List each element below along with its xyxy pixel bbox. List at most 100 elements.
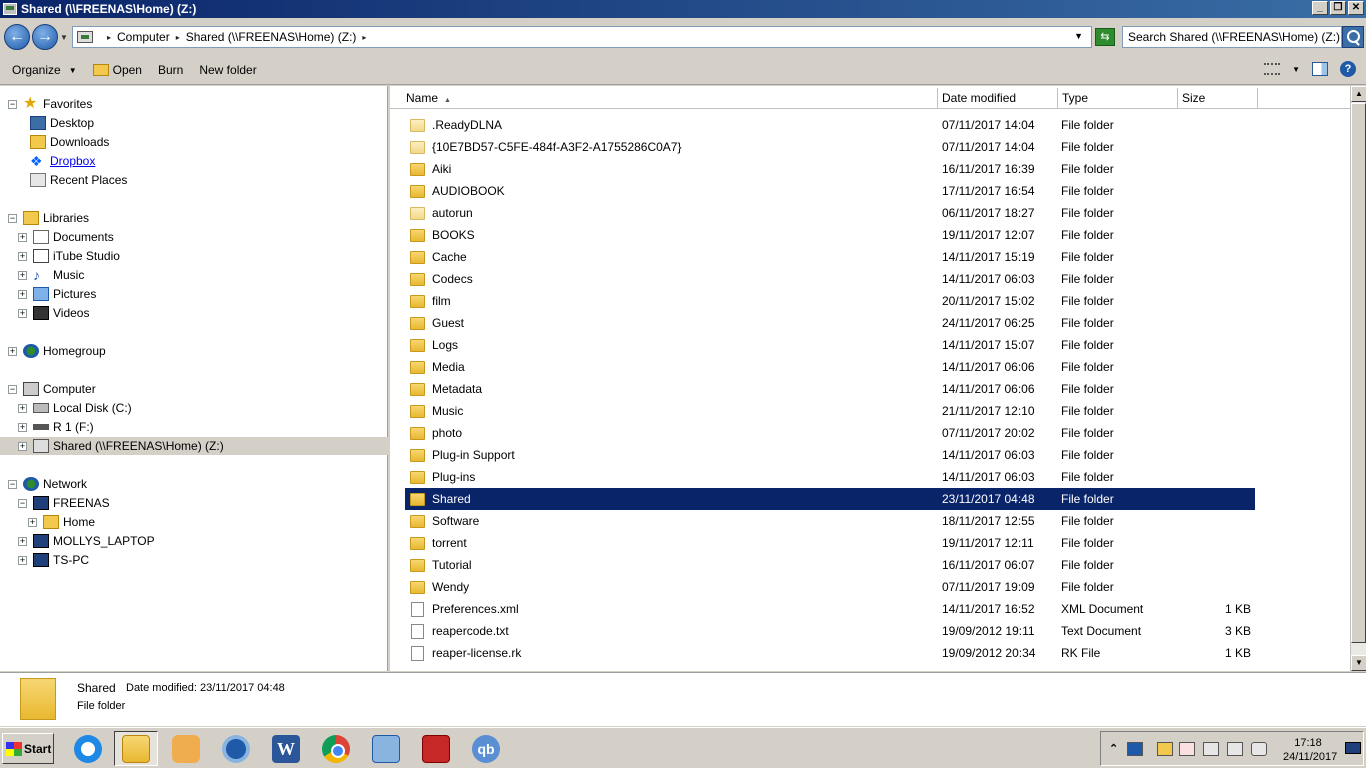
tree-item-mollys-laptop[interactable]: + MOLLYS_LAPTOP xyxy=(18,532,155,550)
tree-item-desktop[interactable]: Desktop xyxy=(30,114,94,132)
chevron-right-icon[interactable]: ▸ xyxy=(107,33,111,42)
file-row[interactable]: Aiki 16/11/2017 16:39 File folder xyxy=(405,158,1255,180)
file-row[interactable]: Preferences.xml 14/11/2017 16:52 XML Docum… xyxy=(405,598,1255,620)
breadcrumb-computer[interactable]: Computer xyxy=(117,30,170,44)
chevron-right-icon[interactable]: ▸ xyxy=(362,33,366,42)
vertical-scrollbar[interactable]: ▲ ▼ xyxy=(1350,86,1366,671)
tree-item-documents[interactable]: + Documents xyxy=(18,228,114,246)
tree-item-r1-drive[interactable]: + R 1 (F:) xyxy=(18,418,94,436)
chevron-down-icon[interactable]: ▼ xyxy=(1292,65,1300,74)
volume-icon[interactable] xyxy=(1251,742,1267,756)
clock[interactable]: 17:18 24/11/2017 xyxy=(1283,736,1337,764)
column-header-size[interactable]: Size xyxy=(1178,88,1258,109)
help-icon[interactable]: ? xyxy=(1340,61,1356,77)
expand-icon[interactable]: + xyxy=(18,232,27,242)
tree-computer[interactable]: − Computer xyxy=(8,380,96,398)
expand-icon[interactable]: + xyxy=(18,536,27,546)
scrollbar-thumb[interactable] xyxy=(1351,103,1366,643)
burn-button[interactable]: Burn xyxy=(158,63,183,77)
taskbar-windows-explorer[interactable] xyxy=(114,731,158,766)
maximize-button[interactable]: ❐ xyxy=(1330,1,1346,15)
tree-item-music[interactable]: + ♪ Music xyxy=(18,266,84,284)
tree-item-recent-places[interactable]: Recent Places xyxy=(30,171,127,189)
taskbar-toolbox[interactable] xyxy=(414,731,458,766)
taskbar-word[interactable]: W xyxy=(264,731,308,766)
file-row[interactable]: reapercode.txt 19/09/2012 19:11 Text Docum… xyxy=(405,620,1255,642)
expand-icon[interactable]: + xyxy=(18,308,27,318)
file-row[interactable]: autorun 06/11/2017 18:27 File folder xyxy=(405,202,1255,224)
breadcrumb-shared[interactable]: Shared (\\FREENAS\Home) (Z:) xyxy=(186,30,357,44)
app-tray-icon[interactable] xyxy=(1157,742,1173,756)
expand-icon[interactable]: + xyxy=(18,289,27,299)
collapse-icon[interactable]: − xyxy=(8,99,17,109)
tree-item-dropbox[interactable]: ❖ Dropbox xyxy=(30,152,95,170)
view-options-icon[interactable] xyxy=(1264,63,1281,75)
taskbar-network-app[interactable] xyxy=(364,731,408,766)
new-folder-button[interactable]: New folder xyxy=(199,63,256,77)
file-row[interactable]: Tutorial 16/11/2017 06:07 File folder xyxy=(405,554,1255,576)
file-row[interactable]: {10E7BD57-C5FE-484f-A3F2-A1755286C0A7} 07… xyxy=(405,136,1255,158)
collapse-icon[interactable]: − xyxy=(18,498,27,508)
file-row[interactable]: Shared 23/11/2017 04:48 File folder xyxy=(405,488,1255,510)
start-button[interactable]: Start xyxy=(2,733,54,764)
taskbar-qbittorrent[interactable]: qb xyxy=(464,731,508,766)
tree-item-itube-studio[interactable]: + iTube Studio xyxy=(18,247,120,265)
preview-pane-icon[interactable] xyxy=(1312,62,1328,76)
file-row[interactable]: Music 21/11/2017 12:10 File folder xyxy=(405,400,1255,422)
file-row[interactable]: Wendy 07/11/2017 19:09 File folder xyxy=(405,576,1255,598)
refresh-button[interactable]: ⇆ xyxy=(1095,28,1115,46)
tree-item-freenas[interactable]: − FREENAS xyxy=(18,494,110,512)
file-row[interactable]: Plug-ins 14/11/2017 06:03 File folder xyxy=(405,466,1255,488)
taskbar-chrome[interactable] xyxy=(314,731,358,766)
collapse-icon[interactable]: − xyxy=(8,213,17,223)
search-icon[interactable] xyxy=(1342,26,1364,48)
back-button[interactable]: ← xyxy=(4,24,30,50)
chevron-right-icon[interactable]: ▸ xyxy=(176,33,180,42)
file-row[interactable]: reaper-license.rk 19/09/2012 20:34 RK File… xyxy=(405,642,1255,664)
expand-icon[interactable]: + xyxy=(18,422,27,432)
tree-network[interactable]: − Network xyxy=(8,475,87,493)
taskbar-media-player[interactable] xyxy=(164,731,208,766)
file-row[interactable]: torrent 19/11/2017 12:11 File folder xyxy=(405,532,1255,554)
expand-icon[interactable]: + xyxy=(18,270,27,280)
file-row[interactable]: Guest 24/11/2017 06:25 File folder xyxy=(405,312,1255,334)
collapse-icon[interactable]: − xyxy=(8,384,17,394)
search-input[interactable]: Search Shared (\\FREENAS\Home) (Z:) xyxy=(1122,26,1342,48)
file-row[interactable]: photo 07/11/2017 20:02 File folder xyxy=(405,422,1255,444)
recent-pages-dropdown[interactable]: ▼ xyxy=(60,33,68,42)
safely-remove-hardware-icon[interactable] xyxy=(1203,742,1219,756)
taskbar-internet-explorer[interactable] xyxy=(66,731,110,766)
taskbar-thunderbird[interactable] xyxy=(214,731,258,766)
organize-button[interactable]: Organize ▼ xyxy=(12,63,77,77)
file-row[interactable]: Cache 14/11/2017 15:19 File folder xyxy=(405,246,1255,268)
scroll-up-arrow-icon[interactable]: ▲ xyxy=(1351,86,1366,102)
tree-item-downloads[interactable]: Downloads xyxy=(30,133,109,151)
tree-item-pictures[interactable]: + Pictures xyxy=(18,285,96,303)
tree-libraries[interactable]: − Libraries xyxy=(8,209,89,227)
file-row[interactable]: AUDIOBOOK 17/11/2017 16:54 File folder xyxy=(405,180,1255,202)
file-row[interactable]: BOOKS 19/11/2017 12:07 File folder xyxy=(405,224,1255,246)
column-header-date[interactable]: Date modified xyxy=(938,88,1058,109)
forward-button[interactable]: → xyxy=(32,24,58,50)
expand-icon[interactable]: + xyxy=(18,403,27,413)
address-dropdown[interactable]: ▼ xyxy=(1074,31,1083,41)
file-row[interactable]: Logs 14/11/2017 15:07 File folder xyxy=(405,334,1255,356)
tree-item-videos[interactable]: + Videos xyxy=(18,304,89,322)
file-row[interactable]: Software 18/11/2017 12:55 File folder xyxy=(405,510,1255,532)
file-row[interactable]: Codecs 14/11/2017 06:03 File folder xyxy=(405,268,1255,290)
file-row[interactable]: Media 14/11/2017 06:06 File folder xyxy=(405,356,1255,378)
tree-favorites[interactable]: − ★ Favorites xyxy=(8,95,92,113)
address-bar[interactable]: ▸ Computer ▸ Shared (\\FREENAS\Home) (Z:… xyxy=(72,26,1092,48)
expand-icon[interactable]: + xyxy=(28,517,37,527)
show-desktop-icon[interactable] xyxy=(1345,742,1361,754)
network-status-icon[interactable] xyxy=(1127,742,1143,756)
close-button[interactable]: ✕ xyxy=(1348,1,1364,15)
open-button[interactable]: Open xyxy=(92,63,142,77)
tree-item-home[interactable]: + Home xyxy=(28,513,95,531)
column-header-name[interactable]: Name ▲ xyxy=(390,88,938,109)
file-row[interactable]: Plug-in Support 14/11/2017 06:03 File fold… xyxy=(405,444,1255,466)
tree-item-shared-drive[interactable]: + Shared (\\FREENAS\Home) (Z:) xyxy=(0,437,388,455)
file-row[interactable]: Metadata 14/11/2017 06:06 File folder xyxy=(405,378,1255,400)
scroll-down-arrow-icon[interactable]: ▼ xyxy=(1351,655,1366,671)
network-connection-icon[interactable] xyxy=(1227,742,1243,756)
